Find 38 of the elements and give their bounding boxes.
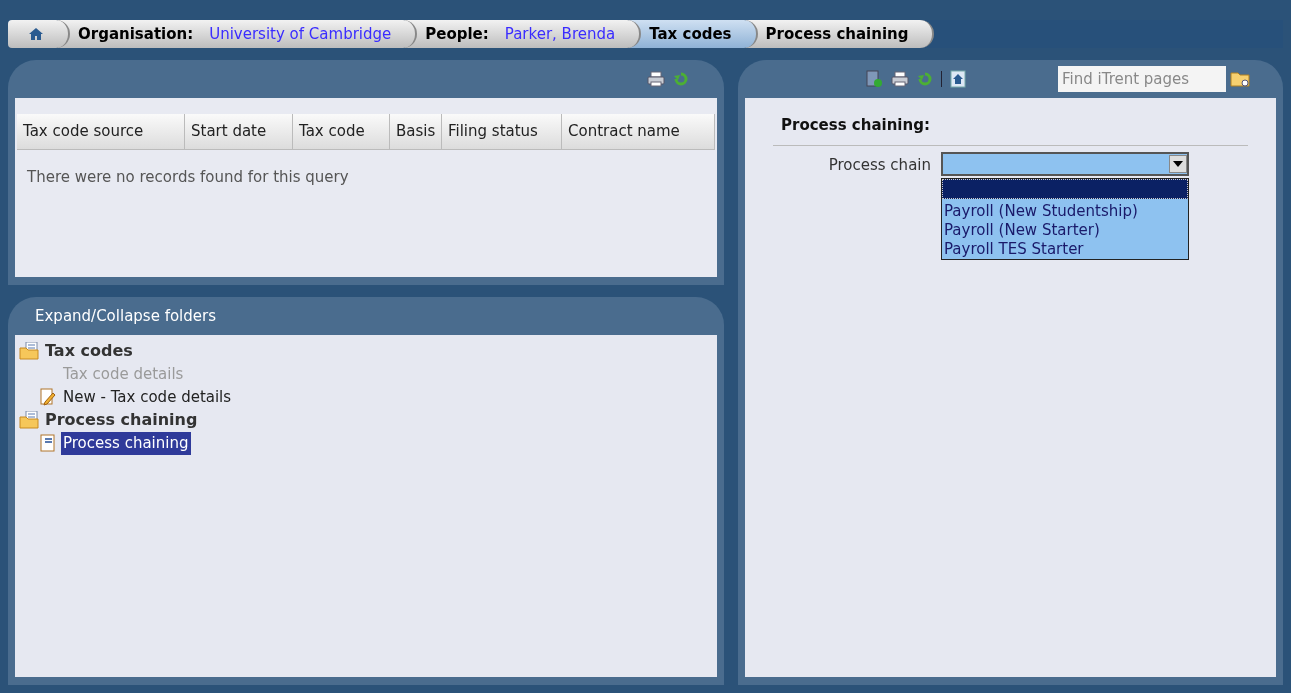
search-field[interactable]: Find iTrent pages — [1058, 66, 1226, 92]
folder-icon — [19, 411, 41, 429]
folder-label[interactable]: Tax codes — [45, 339, 133, 363]
home-button[interactable] — [8, 20, 70, 48]
dropdown-option[interactable] — [942, 178, 1188, 199]
column-header[interactable]: Contract name — [562, 114, 715, 149]
section-title: Process chaining: — [773, 114, 1248, 146]
home-icon — [28, 27, 44, 41]
folder-icon — [19, 342, 41, 360]
breadcrumb-item[interactable]: People: Parker, Brenda — [405, 20, 642, 48]
folder-label[interactable]: Process chaining — [45, 408, 198, 432]
tree-item[interactable]: New - Tax code details — [61, 385, 234, 408]
breadcrumb-label: People: — [425, 23, 489, 45]
breadcrumb-label: Organisation: — [78, 23, 194, 45]
dropdown-option[interactable]: Payroll (New Starter) — [942, 220, 1188, 240]
column-header[interactable]: Tax code — [293, 114, 390, 149]
folder-search-icon[interactable] — [1230, 69, 1252, 89]
breadcrumb-item[interactable]: Organisation: University of Cambridge — [58, 20, 418, 48]
panel-title[interactable]: Expand/Collapse folders — [35, 304, 217, 328]
column-header[interactable]: Basis — [390, 114, 442, 149]
document-icon — [39, 434, 57, 453]
dropdown-option[interactable]: Payroll TES Starter — [942, 239, 1188, 259]
column-header[interactable]: Filing status — [442, 114, 562, 149]
empty-message: There were no records found for this query — [26, 166, 350, 188]
dropdown-option[interactable]: Payroll (New Studentship) — [942, 201, 1188, 221]
breadcrumb-item[interactable]: Tax codes — [629, 20, 758, 48]
caret-icon — [1169, 154, 1187, 173]
note-pencil-icon — [39, 387, 57, 406]
breadcrumb-link[interactable]: Parker, Brenda — [504, 22, 616, 46]
print-icon[interactable] — [647, 71, 665, 87]
field-label: Process chain — [827, 154, 932, 176]
column-header[interactable]: Tax code source — [17, 114, 185, 149]
breadcrumb-link[interactable]: University of Cambridge — [209, 22, 392, 46]
tree-item[interactable]: Process chaining — [61, 432, 191, 455]
home-icon[interactable] — [950, 70, 966, 88]
print-icon[interactable] — [891, 71, 909, 87]
process-chain-dropdown[interactable] — [941, 151, 1189, 176]
column-header[interactable]: Start date — [185, 114, 293, 149]
